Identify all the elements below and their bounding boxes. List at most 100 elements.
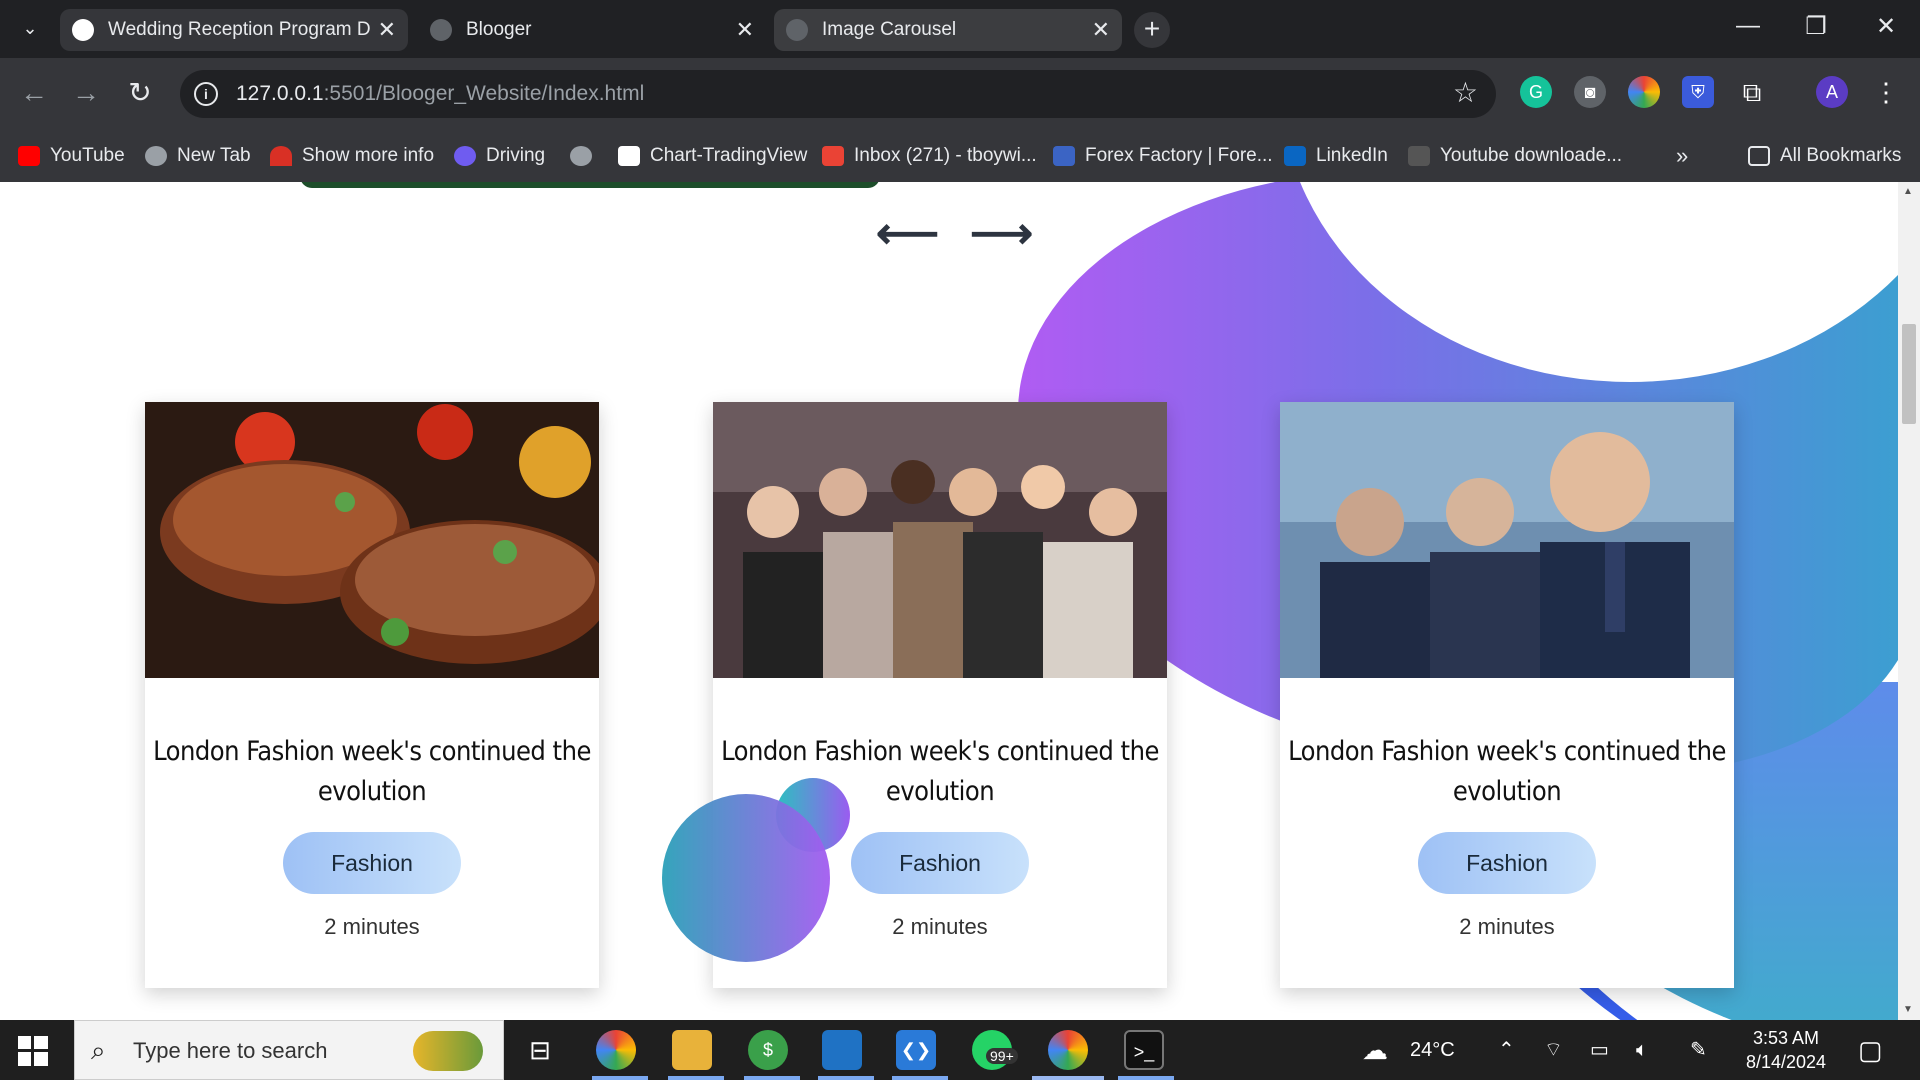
bookmark-label: Youtube downloade... [1440, 145, 1623, 166]
minimize-icon[interactable]: — [1728, 12, 1768, 40]
chrome-icon[interactable] [596, 1030, 636, 1070]
globe-icon [570, 146, 592, 166]
back-icon[interactable]: ← [14, 74, 54, 114]
pen-icon[interactable]: ✎ [1690, 1020, 1707, 1080]
page-scrollbar[interactable]: ▲ ▼ [1898, 182, 1920, 1020]
tab-image-carousel[interactable]: Image Carousel ✕ [774, 9, 1122, 51]
bookmark-label: Forex Factory | Fore... [1085, 145, 1273, 166]
address-bar[interactable]: i 127.0.0.1:5501/Blooger_Website/Index.h… [180, 70, 1496, 118]
volume-icon[interactable]: 🔈︎ [1636, 1020, 1648, 1080]
globe-icon [786, 19, 808, 41]
globe-icon [430, 19, 452, 41]
tab-strip: ⌄ Wedding Reception Program D ✕ Blooger … [0, 0, 1920, 58]
chrome-profile-icon[interactable] [1048, 1030, 1088, 1070]
carousel-image-edge [300, 182, 880, 188]
downloader-icon [1408, 146, 1430, 166]
bookmark-linkedin[interactable]: LinkedIn [1284, 142, 1388, 170]
metatrader-icon[interactable]: $ [748, 1030, 788, 1070]
url-host: 127.0.0.1 [236, 82, 324, 105]
clock-time: 3:53 AM [1752, 1028, 1820, 1048]
extensions-puzzle-icon[interactable]: ⧉ [1736, 76, 1768, 108]
bookmark-new-tab[interactable]: New Tab [145, 142, 251, 170]
linkedin-icon [1284, 146, 1306, 166]
url-path: :5501/Blooger_Website/Index.html [323, 82, 645, 105]
battery-icon[interactable]: ▭ [1590, 1020, 1609, 1080]
bookmark-label: YouTube [50, 145, 125, 166]
notification-icon[interactable]: ▢ [1858, 1020, 1883, 1080]
scroll-up-icon[interactable]: ▲ [1903, 186, 1913, 197]
color-picker-icon[interactable] [1628, 76, 1660, 108]
wifi-icon[interactable]: ⌔ [1544, 1020, 1563, 1080]
more-bookmarks-chevron-icon[interactable]: » [1676, 142, 1688, 170]
party-people-image [713, 402, 1167, 678]
category-tag[interactable]: Fashion [1418, 832, 1596, 894]
camera-icon[interactable]: ◙ [1574, 76, 1606, 108]
bookmark-globe[interactable] [570, 142, 602, 170]
tab-search-chevron-icon[interactable]: ⌄ [14, 12, 46, 44]
tab-wedding-reception[interactable]: Wedding Reception Program D ✕ [60, 9, 408, 51]
folder-icon [1748, 146, 1770, 166]
bookmark-label: Show more info [302, 145, 435, 166]
corn-search-highlight-icon [413, 1031, 483, 1071]
bitwarden-icon[interactable]: ⛨ [1682, 76, 1714, 108]
running-indicator [592, 1076, 648, 1080]
grammarly-icon[interactable]: G [1520, 76, 1552, 108]
scrollbar-thumb[interactable] [1902, 324, 1916, 424]
youtube-icon [18, 146, 40, 166]
bookmark-forex-factory[interactable]: Forex Factory | Fore... [1053, 142, 1273, 170]
forward-icon[interactable]: → [66, 74, 106, 114]
search-placeholder: Type here to search [133, 1038, 328, 1063]
vscode-icon[interactable]: ❮❯ [896, 1030, 936, 1070]
windows-taskbar: ⌕ Type here to search ⊟ $ ❮❯ 99+ >_ ☁ 24… [0, 1020, 1920, 1080]
bookmark-label: Chart-TradingView [650, 145, 808, 166]
weather-cloud-icon[interactable]: ☁ [1362, 1020, 1388, 1080]
menu-kebab-icon[interactable]: ⋮ [1870, 76, 1902, 108]
site-info-icon[interactable]: i [194, 82, 218, 106]
remote-desktop-icon[interactable] [822, 1030, 862, 1070]
all-bookmarks-folder[interactable]: All Bookmarks [1748, 142, 1901, 170]
windows-start-icon[interactable] [18, 1036, 48, 1066]
scroll-down-icon[interactable]: ▼ [1903, 1004, 1913, 1015]
tab-blooger[interactable]: Blooger ✕ [418, 9, 766, 51]
url-text[interactable]: 127.0.0.1:5501/Blooger_Website/Index.htm… [236, 70, 644, 118]
weather-temp[interactable]: 24°C [1410, 1020, 1455, 1080]
close-window-icon[interactable]: ✕ [1866, 12, 1906, 41]
bookmark-show-more-info[interactable]: Show more info [270, 142, 434, 170]
task-view-icon[interactable]: ⊟ [520, 1030, 560, 1070]
reload-icon[interactable]: ↻ [120, 74, 160, 114]
system-clock[interactable]: 3:53 AM 8/14/2024 [1726, 1026, 1846, 1074]
bookmark-star-icon[interactable]: ☆ [1453, 76, 1478, 109]
tray-chevron-icon[interactable]: ⌃ [1498, 1020, 1515, 1080]
active-indicator [1032, 1076, 1104, 1080]
card-title[interactable]: London Fashion week's continued the evol… [145, 732, 599, 812]
carousel-next-arrow-icon[interactable]: ⟶ [970, 212, 1033, 256]
toolbar: ← → ↻ i 127.0.0.1:5501/Blooger_Website/I… [0, 58, 1920, 130]
profile-avatar[interactable]: A [1816, 76, 1848, 108]
webpage-viewport: ⟵ ⟶ London Fashion week's continued the … [0, 182, 1898, 1020]
business-people-image [1280, 402, 1734, 678]
category-tag[interactable]: Fashion [283, 832, 461, 894]
terminal-icon[interactable]: >_ [1124, 1030, 1164, 1070]
bookmark-youtube-downloader[interactable]: Youtube downloade... [1408, 142, 1622, 170]
blog-card[interactable]: London Fashion week's continued the evol… [1280, 402, 1734, 988]
restore-icon[interactable]: ❐ [1796, 12, 1836, 41]
tab-title: Blooger [466, 19, 532, 40]
tab-close-icon[interactable]: ✕ [378, 9, 396, 51]
new-tab-button[interactable]: + [1134, 12, 1170, 48]
tab-close-icon[interactable]: ✕ [1092, 9, 1110, 51]
bookmark-label: Inbox (271) - tboywi... [854, 145, 1037, 166]
blog-card[interactable]: London Fashion week's continued the evol… [145, 402, 599, 988]
bookmark-gmail-inbox[interactable]: Inbox (271) - tboywi... [822, 142, 1037, 170]
bookmark-label: New Tab [177, 145, 251, 166]
taskbar-search-box[interactable]: ⌕ Type here to search [74, 1020, 504, 1080]
bookmark-driving[interactable]: Driving [454, 142, 545, 170]
carousel-prev-arrow-icon[interactable]: ⟵ [876, 212, 939, 256]
file-explorer-icon[interactable] [672, 1030, 712, 1070]
bookmark-youtube[interactable]: YouTube [18, 142, 125, 170]
tab-close-icon[interactable]: ✕ [736, 9, 754, 51]
running-indicator [1118, 1076, 1174, 1080]
gauge-icon [270, 146, 292, 166]
card-title[interactable]: London Fashion week's continued the evol… [1280, 732, 1734, 812]
bookmark-tradingview[interactable]: Chart-TradingView [618, 142, 807, 170]
category-tag[interactable]: Fashion [851, 832, 1029, 894]
